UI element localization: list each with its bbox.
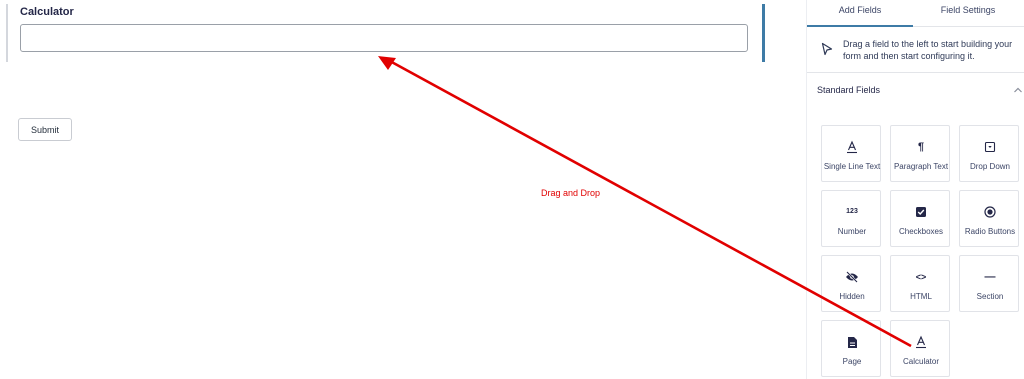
field-paragraph-text-button[interactable]: ¶ Paragraph Text	[890, 125, 950, 182]
field-label: Checkboxes	[898, 227, 944, 236]
field-page-button[interactable]: Page	[821, 320, 881, 377]
pilcrow-icon: ¶	[917, 141, 925, 153]
drag-hint-text: Drag a field to the left to start buildi…	[843, 39, 1013, 61]
field-drop-down-button[interactable]: Drop Down	[959, 125, 1019, 182]
field-sidebar: Add Fields Field Settings Drag a field t…	[806, 0, 1024, 379]
sidebar-tabs: Add Fields Field Settings	[807, 0, 1024, 27]
number-123-icon: 123	[846, 208, 858, 215]
dropdown-box-icon	[960, 140, 1020, 154]
chevron-up-icon[interactable]	[1013, 86, 1023, 94]
field-number-button[interactable]: 123 Number	[821, 190, 881, 247]
calculator-field-label: Calculator	[20, 6, 74, 18]
field-label: Paragraph Text	[893, 162, 949, 171]
field-checkboxes-button[interactable]: Checkboxes	[890, 190, 950, 247]
field-label: Drop Down	[969, 162, 1010, 171]
checkbox-icon	[891, 205, 951, 219]
field-hidden-button[interactable]: Hidden	[821, 255, 881, 312]
radio-icon	[960, 205, 1020, 219]
field-label: Number	[837, 227, 867, 236]
field-label: Single Line Text	[823, 162, 881, 171]
field-label: Calculator	[902, 357, 939, 366]
drag-and-drop-annotation: Drag and Drop	[541, 188, 601, 198]
eye-slash-icon	[822, 270, 882, 284]
field-label: HTML	[910, 292, 932, 301]
submit-button[interactable]: Submit	[18, 118, 73, 141]
field-section-button[interactable]: — Section	[959, 255, 1019, 312]
field-html-button[interactable]: <> HTML	[890, 255, 950, 312]
field-label: Section	[976, 292, 1004, 301]
text-a-underline-icon	[891, 335, 951, 349]
form-canvas: Calculator Submit Drag and Drop	[0, 0, 806, 379]
cursor-pointer-icon	[821, 42, 833, 56]
field-single-line-text-button[interactable]: Single Line Text	[821, 125, 881, 182]
horizontal-rule-icon: —	[984, 271, 996, 283]
field-radio-buttons-button[interactable]: Radio Buttons	[959, 190, 1019, 247]
standard-fields-title: Standard Fields	[817, 85, 881, 95]
document-icon	[822, 335, 882, 349]
code-brackets-icon: <>	[915, 272, 927, 282]
field-calculator-button[interactable]: Calculator	[890, 320, 950, 377]
field-label: Page	[842, 357, 862, 366]
text-a-underline-icon	[822, 140, 882, 154]
calculator-input[interactable]	[20, 24, 748, 52]
tab-field-settings[interactable]: Field Settings	[915, 0, 1021, 25]
field-label: Hidden	[839, 292, 865, 301]
field-label: Radio Buttons	[964, 227, 1016, 236]
tab-add-fields[interactable]: Add Fields	[807, 0, 913, 27]
calculator-field-container[interactable]: Calculator	[6, 4, 765, 62]
drag-hint: Drag a field to the left to start buildi…	[807, 26, 1024, 73]
